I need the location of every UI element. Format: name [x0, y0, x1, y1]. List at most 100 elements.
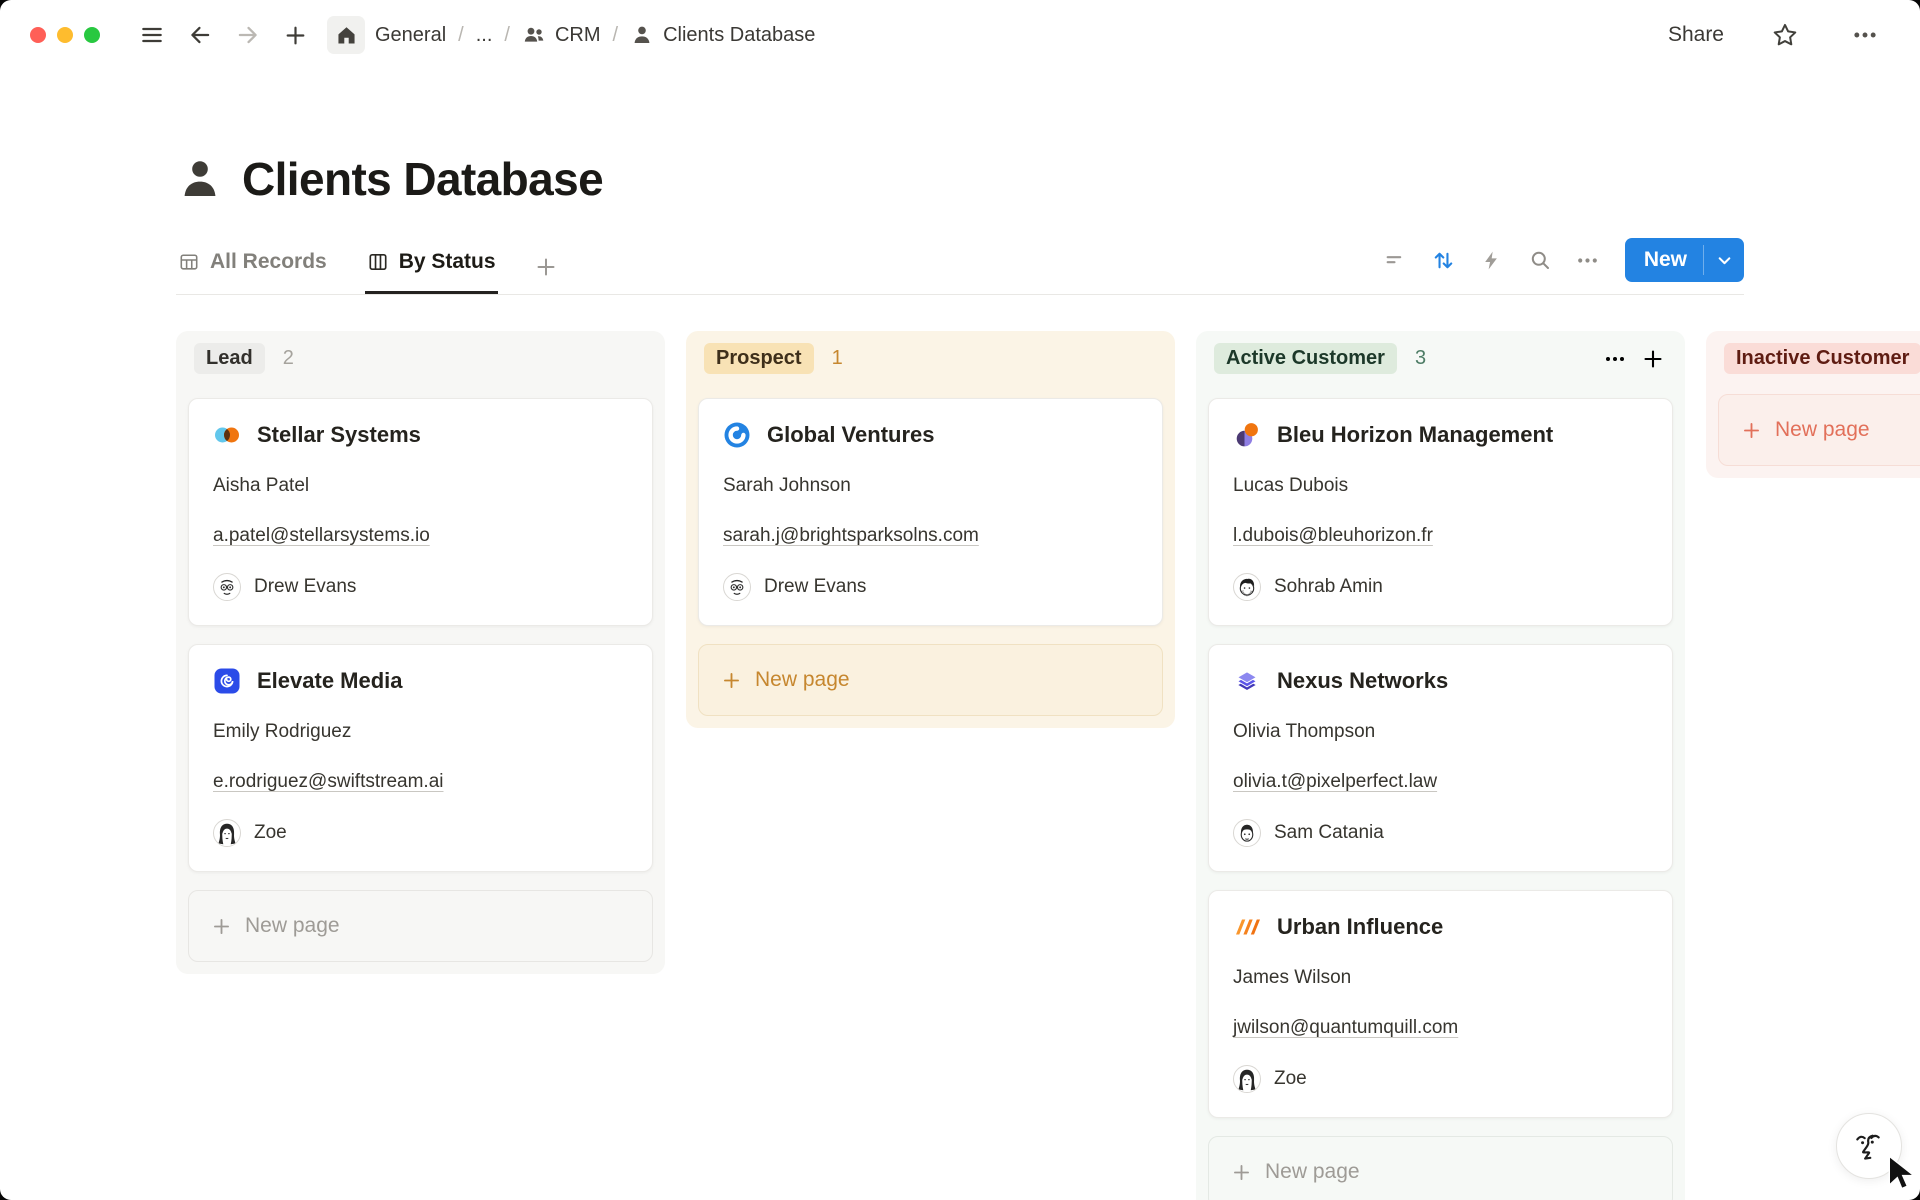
- doodle-face-icon: [1849, 1126, 1889, 1166]
- close-button[interactable]: [30, 27, 46, 43]
- breadcrumb: General / ... / CRM / Clients Database: [375, 23, 815, 47]
- company-name: Stellar Systems: [257, 422, 421, 448]
- venn-circles-logo: [213, 421, 241, 449]
- card-title-row: Stellar Systems: [213, 421, 628, 449]
- lightning-icon[interactable]: [1471, 241, 1513, 279]
- diagonal-stripes-logo: [1233, 913, 1261, 941]
- company-name: Bleu Horizon Management: [1277, 422, 1553, 448]
- tab-by-status[interactable]: By Status: [365, 250, 498, 294]
- tab-label: All Records: [210, 250, 327, 274]
- column-count: 1: [832, 347, 843, 370]
- filter-icon[interactable]: [1375, 241, 1417, 279]
- tab-all-records[interactable]: All Records: [176, 250, 329, 294]
- breadcrumb-separator: /: [458, 24, 464, 47]
- minimize-button[interactable]: [57, 27, 73, 43]
- client-card[interactable]: Nexus Networks Olivia Thompson olivia.t@pi…: [1208, 644, 1673, 872]
- card-title-row: Bleu Horizon Management: [1233, 421, 1648, 449]
- card-title-row: Urban Influence: [1233, 913, 1648, 941]
- sidebar-menu-icon[interactable]: [135, 18, 169, 52]
- chevron-down-icon[interactable]: [1704, 238, 1744, 282]
- new-page-label: New page: [755, 668, 850, 692]
- new-page-button[interactable]: New page: [1718, 394, 1920, 466]
- contact-email-row: e.rodriguez@swiftstream.ai: [213, 771, 628, 793]
- column-header: Prospect 1: [698, 341, 1163, 376]
- owner-name: Zoe: [254, 822, 287, 844]
- new-button[interactable]: New: [1625, 238, 1744, 282]
- add-view-icon[interactable]: [534, 255, 558, 294]
- page-header: Clients Database: [176, 152, 1920, 206]
- owner-name: Sam Catania: [1274, 822, 1384, 844]
- card-title-row: Global Ventures: [723, 421, 1138, 449]
- layered-diamond-logo: [1233, 667, 1261, 695]
- breadcrumb-label: Clients Database: [663, 24, 815, 47]
- new-page-button[interactable]: New page: [188, 890, 653, 962]
- window-more-icon[interactable]: [1847, 17, 1883, 53]
- column-more-icon[interactable]: [1601, 345, 1629, 373]
- breadcrumb-item-current-page[interactable]: Clients Database: [630, 23, 815, 47]
- share-button[interactable]: Share: [1662, 22, 1730, 48]
- view-tabs: All Records By Status: [176, 250, 558, 294]
- person-icon: [630, 23, 654, 47]
- doodle-face-button[interactable]: [1836, 1113, 1902, 1179]
- contact-name: James Wilson: [1233, 967, 1648, 989]
- new-page-button[interactable]: New page: [698, 644, 1163, 716]
- view-more-icon[interactable]: [1567, 241, 1609, 279]
- back-arrow-icon[interactable]: [183, 18, 217, 52]
- orbit-pie-logo: [1233, 421, 1261, 449]
- contact-email-link[interactable]: sarah.j@brightsparksolns.com: [723, 525, 979, 546]
- page-title[interactable]: Clients Database: [242, 152, 603, 206]
- window-topbar: General / ... / CRM / Clients Database S…: [0, 0, 1920, 70]
- breadcrumb-separator: /: [504, 24, 510, 47]
- column-add-icon[interactable]: [1639, 345, 1667, 373]
- new-tab-plus-icon[interactable]: [279, 19, 312, 52]
- contact-name: Olivia Thompson: [1233, 721, 1648, 743]
- breadcrumb-item-ellipsis[interactable]: ...: [476, 24, 493, 47]
- new-page-label: New page: [1775, 418, 1870, 442]
- column-title-badge[interactable]: Lead: [194, 343, 265, 374]
- zoom-button[interactable]: [84, 27, 100, 43]
- breadcrumb-label: CRM: [555, 24, 601, 47]
- avatar-sohrab-amin: [1233, 573, 1261, 601]
- column-count: 2: [283, 347, 294, 370]
- contact-email-link[interactable]: olivia.t@pixelperfect.law: [1233, 771, 1437, 792]
- client-card[interactable]: Elevate MediaEmily Rodrigueze.rodriguez@…: [188, 644, 653, 872]
- breadcrumb-label: General: [375, 24, 446, 47]
- owner-row: Sohrab Amin: [1233, 573, 1648, 601]
- breadcrumb-item-general[interactable]: General: [375, 24, 446, 47]
- contact-email-link[interactable]: l.dubois@bleuhorizon.fr: [1233, 525, 1433, 546]
- tabs-divider: [176, 294, 1744, 295]
- contact-email-row: olivia.t@pixelperfect.law: [1233, 771, 1648, 793]
- avatar-zoe: [213, 819, 241, 847]
- card-title-row: Elevate Media: [213, 667, 628, 695]
- view-toolbar: New: [1375, 238, 1744, 282]
- column-header-actions: [1601, 345, 1667, 373]
- page-person-icon[interactable]: [176, 155, 224, 203]
- contact-email-row: l.dubois@bleuhorizon.fr: [1233, 525, 1648, 547]
- new-button-label: New: [1625, 238, 1703, 282]
- avatar-zoe: [1233, 1065, 1261, 1093]
- column-lead: Lead 2 Stellar SystemsAisha Patela.patel@s…: [176, 331, 665, 974]
- client-card[interactable]: Urban Influence James Wilson jwilson@quant…: [1208, 890, 1673, 1118]
- column-title-badge[interactable]: Inactive Customer: [1724, 343, 1920, 374]
- client-card[interactable]: Stellar SystemsAisha Patela.patel@stella…: [188, 398, 653, 626]
- breadcrumb-item-crm[interactable]: CRM: [522, 23, 601, 47]
- tab-label: By Status: [399, 250, 496, 274]
- topbar-actions: Share: [1662, 17, 1890, 53]
- kanban-board: Lead 2 Stellar SystemsAisha Patela.patel@s…: [176, 331, 1920, 1200]
- forward-arrow-icon[interactable]: [231, 18, 265, 52]
- column-title-badge[interactable]: Active Customer: [1214, 343, 1397, 374]
- contact-email-link[interactable]: jwilson@quantumquill.com: [1233, 1017, 1458, 1038]
- company-name: Nexus Networks: [1277, 668, 1448, 694]
- contact-email-link[interactable]: e.rodriguez@swiftstream.ai: [213, 771, 443, 792]
- home-icon[interactable]: [327, 16, 365, 54]
- client-card[interactable]: Global VenturesSarah Johnsonsarah.j@brig…: [698, 398, 1163, 626]
- column-title-badge[interactable]: Prospect: [704, 343, 814, 374]
- search-icon[interactable]: [1519, 241, 1561, 279]
- new-page-button[interactable]: New page: [1208, 1136, 1673, 1200]
- favorite-star-icon[interactable]: [1767, 17, 1803, 53]
- contact-email-link[interactable]: a.patel@stellarsystems.io: [213, 525, 430, 546]
- client-card[interactable]: Bleu Horizon ManagementLucas Duboisl.dub…: [1208, 398, 1673, 626]
- company-name: Urban Influence: [1277, 914, 1443, 940]
- sort-icon[interactable]: [1423, 241, 1465, 279]
- column-count: 3: [1415, 347, 1426, 370]
